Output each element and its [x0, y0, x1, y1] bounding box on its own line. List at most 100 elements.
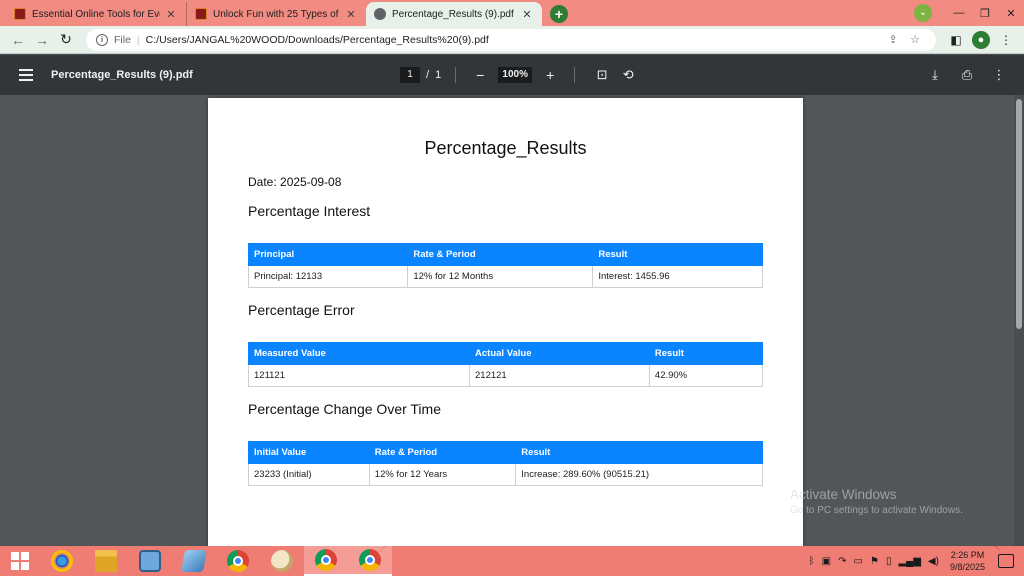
column-header: Result — [515, 441, 763, 464]
tab-essential-tools[interactable]: Essential Online Tools for Everyd ✕ — [6, 2, 186, 26]
table-cell: 12% for 12 Years — [368, 463, 517, 486]
flag-icon[interactable]: ⚑ — [870, 556, 879, 567]
system-tray: ᛒ ▣ ↷ ▭ ⚑ ▯ ▂▄▆ ◀) 2:26 PM 9/8/2025 — [809, 546, 1024, 576]
print-icon[interactable]: ⎙ — [954, 67, 980, 83]
browser-toolbar: ← → ↻ i File | C:/Users/JANGAL%20WOOD/Do… — [0, 26, 1024, 54]
watermark-subtitle: Go to PC settings to activate Windows. — [790, 505, 963, 516]
tab-strip: Essential Online Tools for Everyd ✕ Unlo… — [0, 0, 1024, 26]
scrollbar-thumb[interactable] — [1016, 99, 1022, 329]
side-panel-icon[interactable]: ◧ — [944, 33, 968, 47]
internet-explorer-icon — [51, 550, 73, 572]
pdf-page: Percentage_Results Date: 2025-09-08 Perc… — [208, 98, 803, 546]
document-title: Percentage_Results — [424, 138, 587, 158]
column-header: Measured Value — [247, 342, 471, 365]
total-pages: 1 — [435, 69, 442, 81]
page-separator: / — [426, 69, 430, 81]
activate-windows-watermark: Activate Windows Go to PC settings to ac… — [790, 487, 963, 516]
column-header: Actual Value — [469, 342, 650, 365]
forward-arrow-icon[interactable]: → — [30, 32, 54, 48]
scheme-label: File — [114, 33, 131, 46]
fit-page-icon[interactable]: ⊡ — [589, 67, 615, 83]
download-icon[interactable]: ⤓ — [922, 67, 948, 83]
info-icon[interactable]: i — [96, 33, 108, 46]
close-icon[interactable]: ✕ — [344, 8, 358, 21]
folder-icon — [95, 550, 117, 572]
pdf-viewer[interactable]: Percentage_Results Date: 2025-09-08 Perc… — [0, 95, 1024, 546]
share-icon[interactable]: ⇪ — [882, 33, 904, 46]
taskbar-notepad[interactable] — [172, 546, 216, 576]
display-icon[interactable]: ▯ — [886, 556, 892, 567]
chrome-icon — [359, 549, 381, 571]
column-header: Rate & Period — [407, 243, 594, 266]
change-table: Initial Value Rate & Period Result 23233… — [248, 441, 763, 486]
back-arrow-icon[interactable]: ← — [6, 32, 30, 48]
minimize-icon[interactable]: — — [946, 7, 972, 19]
interest-table: Principal Rate & Period Result Principal… — [247, 243, 763, 288]
zoom-in-button[interactable]: + — [540, 67, 560, 83]
battery-icon[interactable]: ▭ — [854, 556, 863, 567]
new-tab-button[interactable]: + — [550, 5, 568, 23]
clock[interactable]: 2:26 PM 9/8/2025 — [950, 549, 985, 573]
taskbar-chrome[interactable] — [216, 546, 260, 576]
close-icon[interactable]: ✕ — [520, 8, 534, 21]
vertical-scrollbar[interactable] — [1014, 95, 1024, 546]
site-favicon-icon — [14, 8, 26, 20]
menu-icon[interactable] — [19, 69, 33, 81]
page-number-input[interactable]: 1 — [400, 67, 420, 83]
tab-percentage-results[interactable]: Percentage_Results (9).pdf ✕ — [366, 2, 542, 26]
pdf-actions: ⤓ ⎙ ⋮ — [922, 55, 1012, 95]
taskbar-calculator[interactable] — [128, 546, 172, 576]
taskbar-chrome-profile-1[interactable] — [304, 546, 348, 576]
pdf-page-controls: 1 / 1 − 100% + ⊡ ⟲ — [400, 55, 641, 95]
clock-time: 2:26 PM — [950, 550, 985, 560]
signal-icon[interactable]: ▂▄▆ — [898, 556, 920, 567]
close-icon[interactable]: ✕ — [164, 8, 178, 21]
reload-icon[interactable]: ↻ — [54, 31, 78, 48]
windows-logo-icon — [11, 552, 29, 570]
table-header-row: Principal Rate & Period Result — [247, 243, 763, 266]
url-text[interactable]: C:/Users/JANGAL%20WOOD/Downloads/Percent… — [146, 34, 882, 46]
notepad-icon — [181, 550, 207, 572]
arrow-tray-icon[interactable]: ↷ — [838, 556, 846, 567]
column-header: Rate & Period — [368, 441, 517, 464]
address-bar[interactable]: i File | C:/Users/JANGAL%20WOOD/Download… — [86, 28, 936, 51]
more-menu-icon[interactable]: ⋮ — [994, 33, 1018, 47]
column-header: Result — [592, 243, 763, 266]
taskbar-internet-explorer[interactable] — [40, 546, 84, 576]
table-row: 23233 (Initial) 12% for 12 Years Increas… — [248, 463, 763, 486]
tab-title: Unlock Fun with 25 Types of All- — [213, 8, 340, 20]
divider — [455, 67, 457, 83]
tab-unlock-fun[interactable]: Unlock Fun with 25 Types of All- ✕ — [186, 2, 366, 26]
divider — [574, 67, 576, 83]
profile-avatar-icon[interactable]: ● — [972, 30, 990, 49]
app-tray-icon[interactable]: ▣ — [822, 556, 831, 567]
tab-title: Essential Online Tools for Everyd — [32, 8, 160, 20]
bookmark-star-icon[interactable]: ☆ — [904, 33, 926, 46]
watermark-title: Activate Windows — [790, 487, 897, 502]
rotate-icon[interactable]: ⟲ — [615, 67, 641, 83]
notification-icon[interactable] — [998, 554, 1014, 568]
table-cell: Principal: 12133 — [247, 265, 409, 288]
start-button[interactable] — [0, 546, 40, 576]
more-actions-icon[interactable]: ⋮ — [986, 67, 1012, 83]
calculator-icon — [139, 550, 161, 572]
table-cell: 121121 — [247, 364, 471, 387]
pdf-filename: Percentage_Results (9).pdf — [51, 69, 193, 81]
taskbar-file-explorer[interactable] — [84, 546, 128, 576]
window-close-icon[interactable]: ✕ — [998, 7, 1024, 20]
tab-search-chevron-icon[interactable]: ⌄ — [914, 4, 932, 22]
chrome-icon — [227, 550, 249, 572]
error-table: Measured Value Actual Value Result 12112… — [247, 342, 764, 387]
bluetooth-icon[interactable]: ᛒ — [809, 556, 815, 567]
volume-icon[interactable]: ◀) — [928, 556, 939, 567]
table-cell: 212121 — [469, 364, 650, 387]
tab-title: Percentage_Results (9).pdf — [392, 8, 514, 20]
taskbar-chrome-profile-2[interactable] — [348, 546, 392, 576]
zoom-out-button[interactable]: − — [470, 67, 490, 83]
zoom-level-input[interactable]: 100% — [498, 67, 533, 83]
restore-icon[interactable]: ❐ — [972, 7, 998, 20]
section-title-change: Percentage Change Over Time — [248, 401, 441, 417]
table-row: 121121 212121 42.90% — [247, 364, 764, 387]
taskbar-paint[interactable] — [260, 546, 304, 576]
table-header-row: Initial Value Rate & Period Result — [248, 441, 763, 464]
